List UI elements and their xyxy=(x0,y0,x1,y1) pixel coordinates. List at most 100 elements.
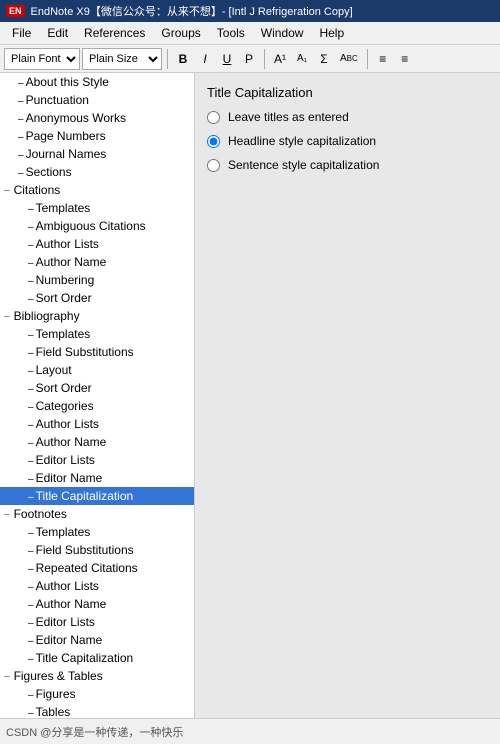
section-header-footnotes[interactable]: –Footnotes xyxy=(0,505,194,523)
tree-item-layout[interactable]: –Layout xyxy=(0,361,194,379)
tree-item-author-lists[interactable]: –Author Lists xyxy=(0,415,194,433)
tree-item-label: Figures xyxy=(36,687,76,701)
bold-button[interactable]: B xyxy=(173,48,193,70)
tree-item-label: Page Numbers xyxy=(26,129,106,143)
align-left-button[interactable]: ≡ xyxy=(373,48,393,70)
tree-item-label: Field Substitutions xyxy=(36,543,134,557)
tree-item-anonymous-works[interactable]: –Anonymous Works xyxy=(0,109,194,127)
menu-item-edit[interactable]: Edit xyxy=(39,24,76,42)
tree-item-sort-order[interactable]: –Sort Order xyxy=(0,379,194,397)
menu-item-file[interactable]: File xyxy=(4,24,39,42)
app-logo: EN xyxy=(6,5,25,17)
superscript-button[interactable]: A¹ xyxy=(270,48,290,70)
size-select[interactable]: Plain Size xyxy=(82,48,162,70)
tree-item-editor-name[interactable]: –Editor Name xyxy=(0,469,194,487)
tree-item-label: Sections xyxy=(26,165,72,179)
tree-item-templates[interactable]: –Templates xyxy=(0,325,194,343)
tree-item-dash: – xyxy=(18,168,24,179)
radio-row-leave[interactable]: Leave titles as entered xyxy=(207,110,488,124)
tree-item-label: Punctuation xyxy=(26,93,89,107)
tree-item-author-name[interactable]: –Author Name xyxy=(0,595,194,613)
section-label: Bibliography xyxy=(14,309,80,323)
main-content: –About this Style–Punctuation–Anonymous … xyxy=(0,73,500,718)
menu-item-groups[interactable]: Groups xyxy=(153,24,208,42)
tree-item-label: Author Name xyxy=(36,435,107,449)
tree-item-label: Ambiguous Citations xyxy=(36,219,146,233)
menu-item-help[interactable]: Help xyxy=(311,24,352,42)
tree-item-templates[interactable]: –Templates xyxy=(0,523,194,541)
tree-item-dash: – xyxy=(28,528,34,539)
plain-button[interactable]: P xyxy=(239,48,259,70)
tree-item-dash: – xyxy=(28,708,34,718)
tree-item-field-substitutions[interactable]: –Field Substitutions xyxy=(0,541,194,559)
menu-item-window[interactable]: Window xyxy=(253,24,312,42)
tree-item-editor-lists[interactable]: –Editor Lists xyxy=(0,613,194,631)
tree-item-journal-names[interactable]: –Journal Names xyxy=(0,145,194,163)
font-select[interactable]: Plain Font xyxy=(4,48,80,70)
tree-item-dash: – xyxy=(18,132,24,143)
radio-headline[interactable] xyxy=(207,135,220,148)
tree-item-dash: – xyxy=(28,402,34,413)
expand-icon: – xyxy=(4,311,10,322)
tree-item-sections[interactable]: –Sections xyxy=(0,163,194,181)
tree-item-dash: – xyxy=(28,690,34,701)
tree-item-templates[interactable]: –Templates xyxy=(0,199,194,217)
panel-title: Title Capitalization xyxy=(207,85,488,100)
tree-item-author-lists[interactable]: –Author Lists xyxy=(0,577,194,595)
tree-item-categories[interactable]: –Categories xyxy=(0,397,194,415)
tree-item-about-this-style[interactable]: –About this Style xyxy=(0,73,194,91)
tree-item-numbering[interactable]: –Numbering xyxy=(0,271,194,289)
tree-item-repeated-citations[interactable]: –Repeated Citations xyxy=(0,559,194,577)
tree-item-label: About this Style xyxy=(26,75,109,89)
toolbar-divider-3 xyxy=(367,49,368,69)
tree-item-label: Editor Lists xyxy=(36,453,95,467)
tree-item-title-capitalization[interactable]: –Title Capitalization xyxy=(0,649,194,667)
section-label: Citations xyxy=(14,183,61,197)
tree-item-sort-order[interactable]: –Sort Order xyxy=(0,289,194,307)
sigma-button[interactable]: Σ xyxy=(314,48,334,70)
right-panel: Title Capitalization Leave titles as ent… xyxy=(195,73,500,718)
tree-item-title-capitalization[interactable]: –Title Capitalization xyxy=(0,487,194,505)
tree-item-page-numbers[interactable]: –Page Numbers xyxy=(0,127,194,145)
menu-item-references[interactable]: References xyxy=(76,24,153,42)
section-header-citations[interactable]: –Citations xyxy=(0,181,194,199)
tree-item-tables[interactable]: –Tables xyxy=(0,703,194,718)
align-right-button[interactable]: ≡ xyxy=(395,48,415,70)
tree-item-editor-name[interactable]: –Editor Name xyxy=(0,631,194,649)
tree-item-label: Title Capitalization xyxy=(36,651,134,665)
tree-item-label: Templates xyxy=(36,201,91,215)
tree-item-ambiguous-citations[interactable]: –Ambiguous Citations xyxy=(0,217,194,235)
radio-sentence[interactable] xyxy=(207,159,220,172)
subscript-button[interactable]: A₁ xyxy=(292,48,312,70)
section-header-bibliography[interactable]: –Bibliography xyxy=(0,307,194,325)
italic-button[interactable]: I xyxy=(195,48,215,70)
underline-button[interactable]: U xyxy=(217,48,237,70)
toolbar: Plain Font Plain Size B I U P A¹ A₁ Σ AB… xyxy=(0,45,500,73)
tree-item-punctuation[interactable]: –Punctuation xyxy=(0,91,194,109)
radio-row-headline[interactable]: Headline style capitalization xyxy=(207,134,488,148)
tree-item-label: Editor Name xyxy=(36,471,103,485)
tree-item-dash: – xyxy=(18,78,24,89)
tree-item-dash: – xyxy=(28,294,34,305)
tree-item-label: Title Capitalization xyxy=(36,489,134,503)
menu-item-tools[interactable]: Tools xyxy=(209,24,253,42)
radio-leave[interactable] xyxy=(207,111,220,124)
toolbar-divider-2 xyxy=(264,49,265,69)
tree-item-author-name[interactable]: –Author Name xyxy=(0,433,194,451)
radio-row-sentence[interactable]: Sentence style capitalization xyxy=(207,158,488,172)
expand-icon: – xyxy=(4,509,10,520)
tree-item-dash: – xyxy=(28,330,34,341)
tree-item-figures[interactable]: –Figures xyxy=(0,685,194,703)
section-label: Footnotes xyxy=(14,507,67,521)
tree-item-dash: – xyxy=(28,600,34,611)
tree-item-author-lists[interactable]: –Author Lists xyxy=(0,235,194,253)
tree-item-label: Templates xyxy=(36,525,91,539)
tree-item-editor-lists[interactable]: –Editor Lists xyxy=(0,451,194,469)
tree-item-author-name[interactable]: –Author Name xyxy=(0,253,194,271)
tree-item-dash: – xyxy=(28,222,34,233)
tree-item-dash: – xyxy=(28,384,34,395)
tree-item-label: Journal Names xyxy=(26,147,107,161)
tree-item-field-substitutions[interactable]: –Field Substitutions xyxy=(0,343,194,361)
section-header-figures-&-tables[interactable]: –Figures & Tables xyxy=(0,667,194,685)
smallcaps-button[interactable]: ABC xyxy=(336,48,362,70)
